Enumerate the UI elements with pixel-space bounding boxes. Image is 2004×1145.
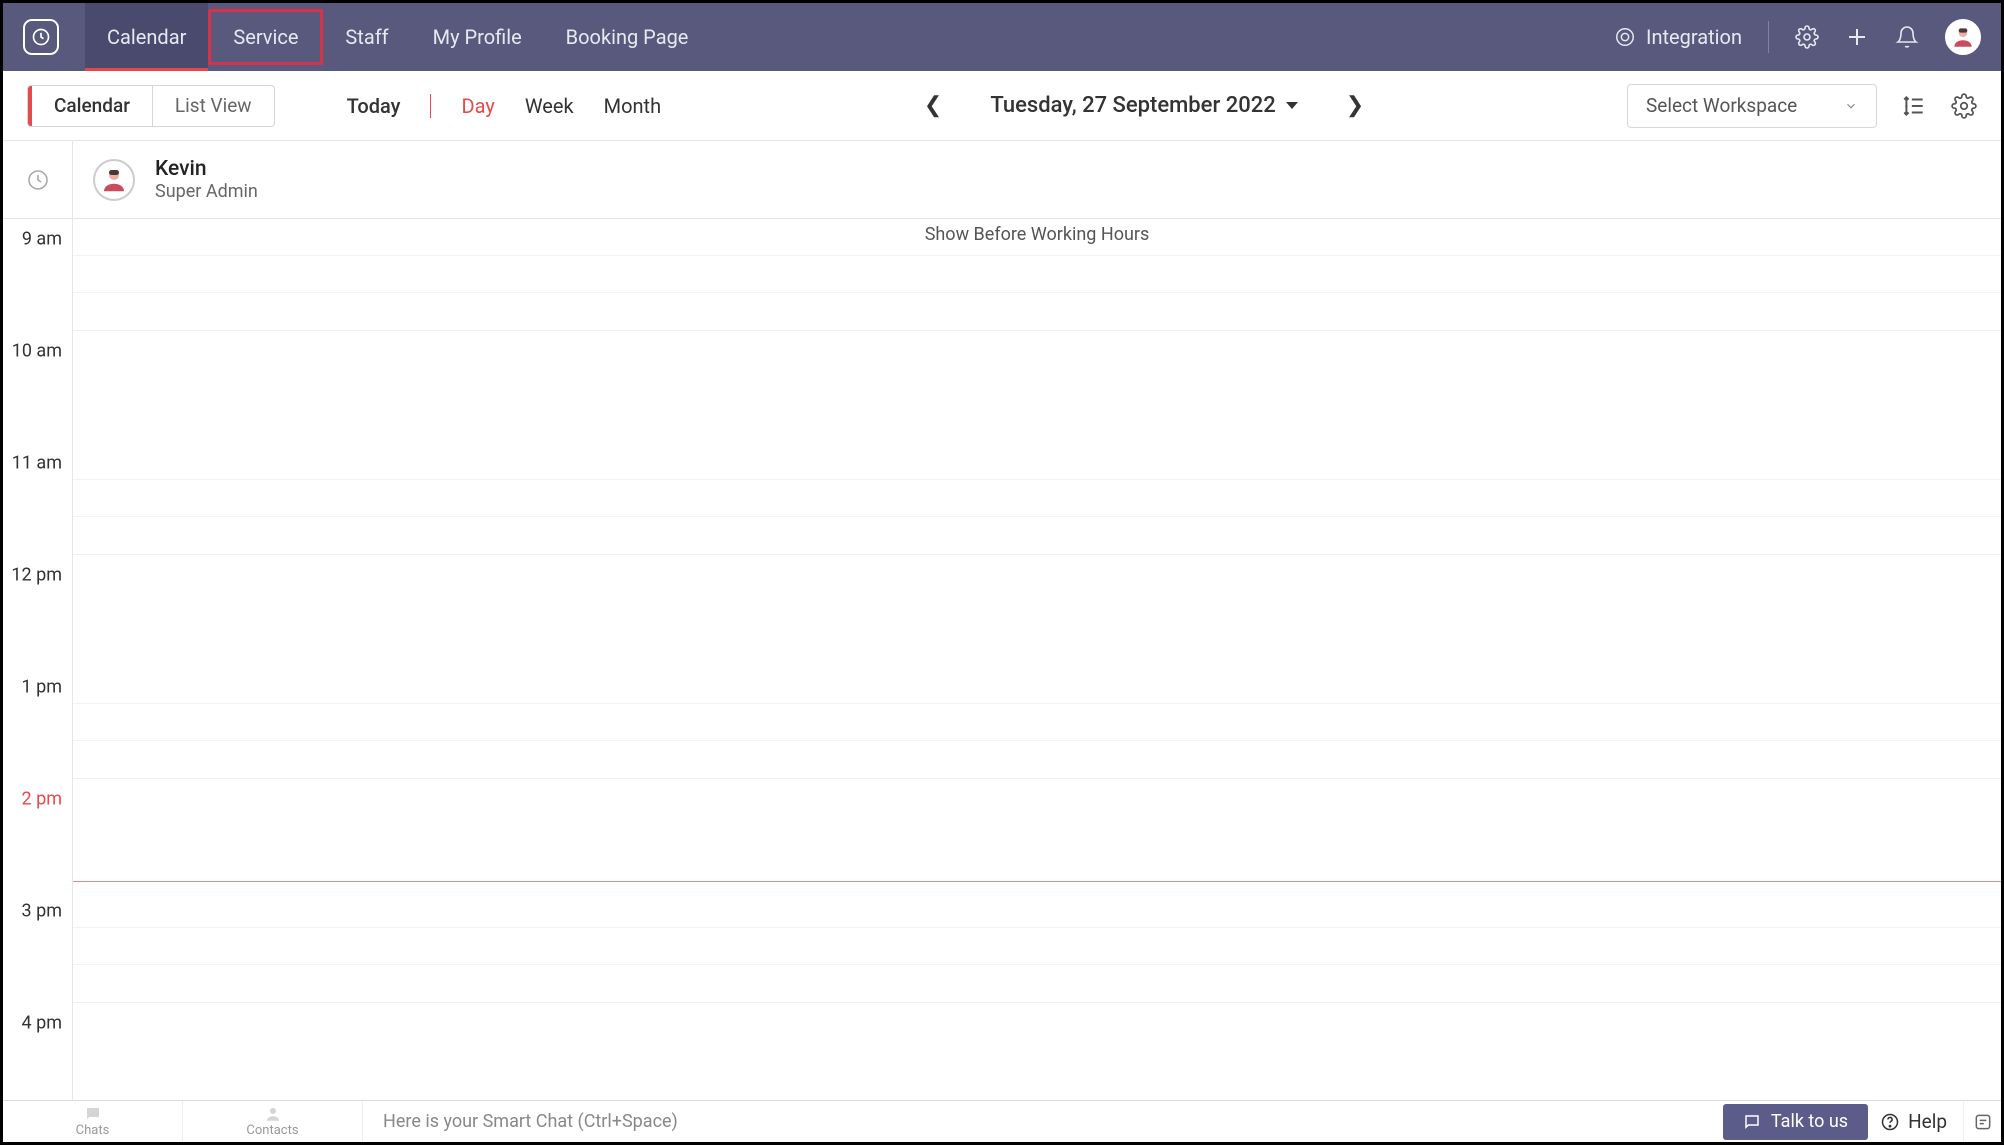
clock-logo-icon (31, 27, 51, 47)
talk-label: Talk to us (1771, 1111, 1848, 1132)
view-switch: Calendar List View (27, 85, 275, 127)
chevron-down-icon (1844, 99, 1858, 113)
current-time-line (73, 881, 2001, 882)
range-week[interactable]: Week (525, 94, 574, 118)
topnav-right: Integration (1614, 19, 1981, 55)
date-picker[interactable]: Tuesday, 27 September 2022 (990, 93, 1297, 118)
range-day[interactable]: Day (461, 94, 494, 118)
chevron-down-icon (1286, 102, 1298, 109)
footer-contacts[interactable]: Contacts (183, 1101, 363, 1142)
help-label: Help (1908, 1110, 1947, 1133)
workspace-select[interactable]: Select Workspace (1627, 84, 1877, 128)
widget-icon (1973, 1112, 1993, 1132)
bell-icon[interactable] (1895, 25, 1919, 49)
footer-chats-label: Chats (76, 1123, 110, 1138)
show-before-hours-link[interactable]: Show Before Working Hours (73, 224, 2001, 245)
clock-icon (26, 168, 50, 192)
help-button[interactable]: Help (1880, 1110, 1947, 1133)
hour-row[interactable] (73, 667, 2001, 779)
nav-calendar[interactable]: Calendar (85, 3, 208, 71)
prev-day-button[interactable]: ❮ (924, 93, 942, 118)
nav-booking-page[interactable]: Booking Page (544, 3, 711, 71)
footer: Chats Contacts Here is your Smart Chat (… (3, 1100, 2001, 1142)
help-icon (1880, 1112, 1900, 1132)
calendar-grid: 9 am 10 am 11 am 12 pm 1 pm 2 pm 3 pm 4 pm Show… (3, 219, 2001, 1100)
toolbar: Calendar List View Today Day Week Month … (3, 71, 2001, 141)
plus-icon[interactable] (1845, 25, 1869, 49)
hour-row[interactable] (73, 891, 2001, 1003)
nav-items: Calendar Service Staff My Profile Bookin… (85, 3, 710, 71)
avatar-icon (1950, 24, 1976, 50)
date-nav-group: Today Day Week Month (347, 94, 662, 118)
talk-to-us-button[interactable]: Talk to us (1723, 1104, 1868, 1140)
settings-icon[interactable] (1951, 93, 1977, 119)
nav-staff[interactable]: Staff (323, 3, 410, 71)
gear-icon[interactable] (1795, 25, 1819, 49)
integration-button[interactable]: Integration (1614, 25, 1742, 49)
time-label: 11 am (12, 453, 62, 474)
time-label: 9 am (22, 229, 62, 250)
nav-service[interactable]: Service (208, 9, 323, 65)
avatar-icon (99, 165, 129, 195)
date-label-text: Tuesday, 27 September 2022 (990, 93, 1275, 118)
toolbar-right: Select Workspace (1627, 84, 1977, 128)
app-logo[interactable] (23, 19, 59, 55)
smart-chat-input[interactable]: Here is your Smart Chat (Ctrl+Space) (363, 1111, 1723, 1132)
day-column[interactable]: Show Before Working Hours (73, 219, 2001, 1100)
separator (1768, 21, 1769, 53)
line-spacing-icon[interactable] (1901, 93, 1927, 119)
time-label: 2 pm (22, 789, 62, 810)
footer-contacts-label: Contacts (246, 1123, 298, 1138)
time-label: 10 am (12, 341, 62, 362)
footer-chats[interactable]: Chats (3, 1101, 183, 1142)
today-button[interactable]: Today (347, 94, 401, 118)
separator (430, 94, 431, 118)
time-label: 3 pm (22, 901, 62, 922)
workspace-select-label: Select Workspace (1646, 94, 1797, 117)
time-label: 4 pm (22, 1013, 62, 1034)
view-calendar[interactable]: Calendar (28, 86, 152, 126)
time-label: 12 pm (11, 565, 62, 586)
staff-header: Kevin Super Admin (3, 141, 2001, 219)
time-column: 9 am 10 am 11 am 12 pm 1 pm 2 pm 3 pm 4 pm (3, 219, 73, 1100)
view-list[interactable]: List View (152, 86, 274, 126)
top-nav: Calendar Service Staff My Profile Bookin… (3, 3, 2001, 71)
range-month[interactable]: Month (604, 94, 661, 118)
profile-avatar[interactable] (1945, 19, 1981, 55)
date-center: ❮ Tuesday, 27 September 2022 ❯ (685, 93, 1603, 118)
staff-info[interactable]: Kevin Super Admin (73, 157, 258, 202)
staff-role: Super Admin (155, 181, 258, 202)
nav-my-profile[interactable]: My Profile (411, 3, 544, 71)
staff-name: Kevin (155, 157, 258, 181)
staff-avatar (93, 159, 135, 201)
chat-bubble-icon (1743, 1113, 1761, 1131)
time-column-header (3, 141, 73, 218)
footer-widget-button[interactable] (1963, 1101, 2001, 1142)
contacts-icon (264, 1105, 282, 1123)
integration-label: Integration (1646, 25, 1742, 49)
next-day-button[interactable]: ❯ (1346, 93, 1364, 118)
integration-icon (1614, 26, 1636, 48)
time-label: 1 pm (22, 677, 62, 698)
chat-icon (84, 1105, 102, 1123)
hour-row[interactable] (73, 443, 2001, 555)
